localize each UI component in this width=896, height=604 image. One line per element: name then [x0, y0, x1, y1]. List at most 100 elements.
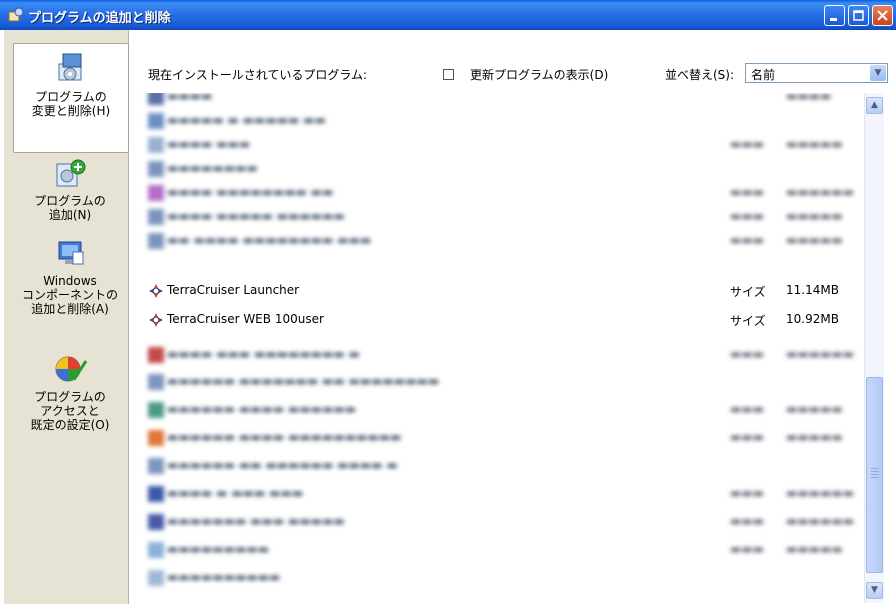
list-item-obscured[interactable]: ▬▬▬▬▬▬ ▬▬ ▬▬▬▬▬▬ ▬▬▬▬ ▬	[140, 454, 863, 478]
program-size-obscured: ▬▬▬▬▬	[786, 209, 843, 223]
program-name-obscured: ▬▬▬▬ ▬▬▬▬▬▬▬▬ ▬▬	[167, 185, 334, 199]
program-size-obscured: ▬▬▬▬	[786, 93, 832, 103]
maximize-icon	[853, 10, 864, 21]
grip-line	[871, 471, 879, 472]
program-name-obscured: ▬▬▬▬▬▬▬▬▬▬	[167, 570, 281, 584]
program-icon	[148, 185, 164, 201]
title-bar: プログラムの追加と削除	[0, 0, 896, 30]
program-icon	[148, 209, 164, 225]
sort-by-label: 並べ替え(S):	[665, 68, 735, 82]
program-name-obscured: ▬▬▬▬▬▬▬▬▬	[167, 542, 270, 556]
list-item-obscured[interactable]: ▬▬▬▬ ▬▬▬ ▬▬▬ ▬▬▬▬▬	[140, 133, 863, 157]
program-name-obscured: ▬▬▬▬▬ ▬ ▬▬▬▬▬ ▬▬	[167, 113, 326, 127]
program-size-label-obscured: ▬▬▬	[730, 514, 765, 528]
program-name-obscured: ▬▬▬▬ ▬▬▬ ▬▬▬▬▬▬▬▬ ▬	[167, 347, 360, 361]
sidebar-item-label: プログラムの 変更と削除(H)	[31, 90, 111, 118]
program-size-label-obscured: ▬▬▬	[730, 185, 765, 199]
list-item-obscured[interactable]: ▬▬▬▬▬▬▬▬▬▬	[140, 566, 863, 590]
program-name-obscured: ▬▬▬▬▬▬ ▬▬▬▬ ▬▬▬▬▬▬	[167, 402, 357, 416]
program-size-obscured: ▬▬▬▬▬	[786, 402, 843, 416]
program-name-obscured: ▬▬▬▬ ▬▬▬	[167, 137, 251, 151]
list-item-obscured[interactable]: ▬▬▬▬▬ ▬ ▬▬▬▬▬ ▬▬	[140, 109, 863, 133]
program-size-label-obscured: ▬▬▬	[730, 209, 765, 223]
program-name-obscured: ▬▬▬▬ ▬ ▬▬▬ ▬▬▬	[167, 486, 304, 500]
program-size-label-obscured: ▬▬▬	[730, 430, 765, 444]
list-item-obscured[interactable]: ▬▬▬▬ ▬ ▬▬▬ ▬▬▬ ▬▬▬ ▬▬▬▬▬▬	[140, 482, 863, 506]
sidebar-item-program-access[interactable]: プログラムの アクセスと 既定の設定(O)	[13, 352, 127, 442]
list-item-obscured[interactable]: ▬▬▬▬▬▬ ▬▬▬▬ ▬▬▬▬▬▬ ▬▬▬ ▬▬▬▬▬	[140, 398, 863, 422]
program-icon	[148, 93, 164, 105]
list-item-obscured[interactable]: ▬▬▬▬▬▬ ▬▬▬▬ ▬▬▬▬▬▬▬▬▬▬ ▬▬▬ ▬▬▬▬▬	[140, 426, 863, 450]
list-item-obscured[interactable]: ▬▬▬▬▬▬ ▬▬▬▬▬▬▬ ▬▬ ▬▬▬▬▬▬▬▬	[140, 370, 863, 394]
program-size: 11.14MB	[786, 283, 839, 297]
program-size-obscured: ▬▬▬▬▬▬	[786, 514, 855, 528]
chevron-up-icon: ▲	[871, 100, 878, 110]
program-icon	[148, 161, 164, 177]
terracruiser-app-icon	[149, 313, 163, 327]
sort-by-select[interactable]: 名前 ▼	[745, 63, 888, 83]
program-size-label-obscured: ▬▬▬	[730, 542, 765, 556]
show-updates-label[interactable]: 更新プログラムの表示(D)	[470, 66, 608, 83]
sidebar-item-label: プログラムの 追加(N)	[34, 194, 106, 222]
window-title: プログラムの追加と削除	[28, 11, 171, 26]
maximize-button[interactable]	[848, 5, 869, 26]
sidebar-item-add-programs[interactable]: プログラムの 追加(N)	[13, 158, 127, 222]
close-button[interactable]	[872, 5, 893, 26]
minimize-button[interactable]	[824, 5, 845, 26]
list-item-terracruiser-web[interactable]: TerraCruiser WEB 100user サイズ 10.92MB	[140, 312, 863, 336]
program-size-label-obscured: ▬▬▬	[730, 233, 765, 247]
program-size-obscured: ▬▬▬▬▬▬	[786, 347, 855, 361]
program-size-obscured: ▬▬▬▬▬	[786, 542, 843, 556]
list-item-obscured[interactable]: ▬▬▬▬ ▬▬▬▬▬▬▬▬ ▬▬ ▬▬▬ ▬▬▬▬▬▬	[140, 181, 863, 205]
minimize-icon	[830, 18, 837, 21]
list-item-obscured[interactable]: ▬▬▬▬▬▬▬▬	[140, 157, 863, 181]
installed-programs-label: 現在インストールされているプログラム:	[148, 68, 368, 82]
scroll-up-button[interactable]: ▲	[866, 97, 883, 114]
sidebar-item-label: プログラムの アクセスと 既定の設定(O)	[30, 390, 110, 432]
sidebar-item-label: Windows コンポーネントの 追加と削除(A)	[21, 274, 118, 316]
list-item-obscured[interactable]: ▬▬▬▬ ▬▬▬ ▬▬▬▬▬▬▬▬ ▬ ▬▬▬ ▬▬▬▬▬▬	[140, 343, 863, 367]
program-name-obscured: ▬▬▬▬▬▬ ▬▬▬▬▬▬▬ ▬▬ ▬▬▬▬▬▬▬▬	[167, 374, 440, 388]
sort-by-value: 名前	[751, 68, 776, 82]
program-name-obscured: ▬▬▬▬▬▬▬ ▬▬▬ ▬▬▬▬▬	[167, 514, 345, 528]
program-name-obscured: ▬▬▬▬▬▬▬▬	[167, 161, 258, 175]
program-size-obscured: ▬▬▬▬▬	[786, 430, 843, 444]
list-item-obscured[interactable]: ▬▬▬▬▬▬▬▬▬ ▬▬▬ ▬▬▬▬▬	[140, 538, 863, 562]
program-name-obscured: ▬▬ ▬▬▬▬ ▬▬▬▬▬▬▬▬ ▬▬▬	[167, 233, 372, 247]
add-programs-icon	[56, 159, 86, 187]
show-updates-checkbox[interactable]	[443, 69, 454, 80]
program-size-obscured: ▬▬▬▬▬	[786, 233, 843, 247]
program-size-label-obscured: ▬▬▬	[730, 347, 765, 361]
list-item-obscured[interactable]: ▬▬▬▬ ▬▬▬▬	[140, 93, 863, 109]
program-icon	[148, 233, 164, 249]
program-name: TerraCruiser Launcher	[167, 283, 300, 297]
main-content: 現在インストールされているプログラム: 更新プログラムの表示(D) 並べ替え(S…	[131, 30, 896, 604]
program-name-obscured: ▬▬▬▬ ▬▬▬▬▬ ▬▬▬▬▬▬	[167, 209, 345, 223]
list-item-obscured[interactable]: ▬▬ ▬▬▬▬ ▬▬▬▬▬▬▬▬ ▬▬▬ ▬▬▬ ▬▬▬▬▬	[140, 229, 863, 253]
list-header: 現在インストールされているプログラム: 更新プログラムの表示(D) 並べ替え(S…	[131, 30, 896, 90]
program-icon	[148, 137, 164, 153]
program-name: TerraCruiser WEB 100user	[167, 312, 324, 326]
list-item-obscured[interactable]: ▬▬▬▬▬▬▬ ▬▬▬ ▬▬▬▬▬ ▬▬▬ ▬▬▬▬▬▬	[140, 510, 863, 534]
program-icon	[148, 570, 164, 586]
sidebar-item-change-remove[interactable]: プログラムの 変更と削除(H)	[13, 43, 129, 153]
program-size-label: サイズ	[730, 314, 766, 328]
list-item-obscured[interactable]: ▬▬▬▬ ▬▬▬▬▬ ▬▬▬▬▬▬ ▬▬▬ ▬▬▬▬▬	[140, 205, 863, 229]
program-icon	[148, 514, 164, 530]
chevron-down-icon[interactable]: ▼	[870, 65, 886, 81]
grip-line	[871, 468, 879, 469]
close-icon	[877, 10, 888, 21]
scroll-down-button[interactable]: ▼	[866, 582, 883, 599]
sidebar-item-windows-components[interactable]: Windows コンポーネントの 追加と削除(A)	[13, 238, 127, 328]
windows-components-icon	[58, 241, 84, 265]
program-access-defaults-icon	[55, 356, 87, 382]
program-size-obscured: ▬▬▬▬▬▬	[786, 486, 855, 500]
list-scrollbar[interactable]: ▲ ▼	[864, 93, 884, 603]
program-list[interactable]: ▬▬▬▬ ▬▬▬▬ ▬▬▬▬▬ ▬ ▬▬▬▬▬ ▬▬ ▬▬▬▬ ▬▬▬ ▬▬▬ …	[140, 93, 863, 603]
terracruiser-app-icon	[149, 284, 163, 298]
program-size-label-obscured: ▬▬▬	[730, 137, 765, 151]
program-icon	[148, 430, 164, 446]
scroll-thumb[interactable]	[866, 377, 883, 573]
program-name-obscured: ▬▬▬▬▬▬ ▬▬▬▬ ▬▬▬▬▬▬▬▬▬▬	[167, 430, 402, 444]
list-item-terracruiser-launcher[interactable]: TerraCruiser Launcher サイズ 11.14MB	[140, 283, 863, 307]
